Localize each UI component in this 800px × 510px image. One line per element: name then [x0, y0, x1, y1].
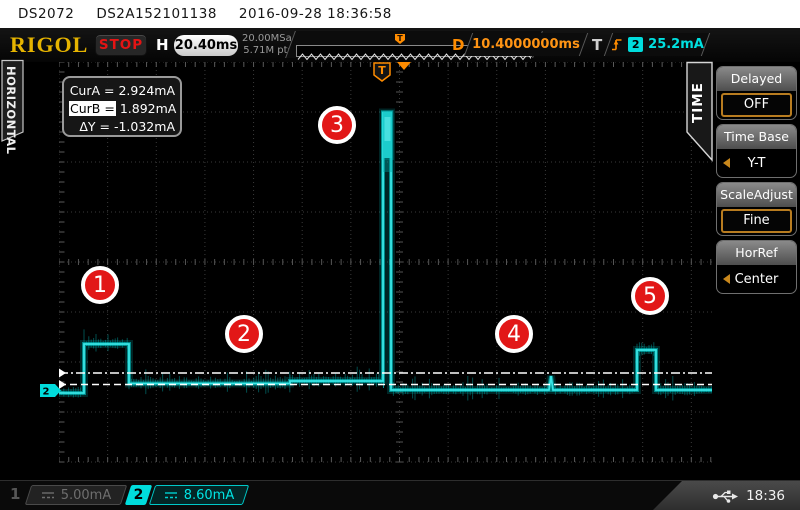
cursor-delta-value: -1.032mA	[114, 119, 175, 134]
cursor-b-value: 1.892mA	[120, 101, 177, 116]
cursor-a-label: CurA =	[69, 83, 114, 98]
ch2-number: 2	[134, 487, 144, 503]
cursor-b-row: CurB = 1.892mA	[69, 99, 175, 117]
status-right-panel: 18:36	[652, 481, 800, 510]
run-state-badge[interactable]: STOP	[95, 34, 147, 56]
menu-item-delayed-value: OFF	[721, 93, 792, 117]
menu-item-scaleadjust-label: ScaleAdjust	[717, 183, 796, 207]
trigger-center-arrow-icon[interactable]	[397, 62, 411, 70]
cursor-a-arrow-icon	[59, 369, 66, 378]
rising-edge-icon	[610, 37, 623, 52]
menu-item-horref-label: HorRef	[717, 241, 796, 265]
menu-item-timebase[interactable]: Time Base Y-T	[716, 124, 797, 178]
trigger-level-value: 25.2mA	[648, 37, 704, 52]
menu-item-delayed-label: Delayed	[717, 67, 796, 91]
trigger-readout-cell[interactable]: 2 25.2mA	[604, 33, 710, 56]
menu-item-scaleadjust[interactable]: ScaleAdjust Fine	[716, 182, 797, 236]
callout-marker-2: 2	[225, 315, 263, 353]
overview-trigger-marker-icon: T	[394, 33, 406, 45]
ch2-ground-marker[interactable]: 2	[40, 384, 61, 398]
scope-header: RIGOL STOP H 20.40ms 20.00MSa/s 5.71M pt…	[0, 28, 800, 62]
svg-text:2: 2	[43, 387, 50, 398]
callout-marker-1: 1	[81, 266, 119, 304]
ch2-number-chip[interactable]: 2	[125, 485, 152, 505]
softkey-menu-panel: Delayed OFF Time Base Y-T ScaleAdjust Fi…	[713, 62, 800, 480]
delay-readout-cell[interactable]: 10.4000000ms	[464, 33, 588, 56]
menu-item-horref-value: Center	[735, 272, 779, 287]
trigger-source-chip: 2	[628, 37, 643, 52]
burst-core	[385, 117, 391, 141]
svg-text:T: T	[397, 34, 403, 43]
callout-marker-5: 5	[631, 277, 669, 315]
ch1-scale-badge[interactable]: 5.00mA	[25, 485, 127, 505]
model-label: DS2072	[18, 6, 74, 22]
menu-item-horref[interactable]: HorRef Center	[716, 240, 797, 294]
ch2-scale-value: 8.60mA	[184, 488, 235, 503]
oscilloscope-screen: DS2072 DS2A152101138 2016-09-28 18:36:58…	[0, 0, 800, 510]
burst-tail	[383, 158, 392, 172]
ch2-trace-glow	[59, 113, 712, 394]
burst-envelope	[383, 112, 392, 158]
ch2-trace	[59, 113, 712, 394]
ch2-scale-badge[interactable]: 8.60mA	[149, 485, 249, 505]
usb-icon	[712, 490, 739, 503]
delay-d-label: D	[452, 36, 464, 54]
ch1-scale-value: 5.00mA	[61, 488, 112, 503]
menu-item-scaleadjust-value: Fine	[721, 209, 792, 233]
time-tab-label[interactable]: TIME	[690, 68, 712, 138]
sample-rate: 20.00MSa/s	[242, 33, 294, 45]
serial-label: DS2A152101138	[96, 6, 217, 22]
menu-item-timebase-label: Time Base	[717, 125, 796, 149]
dc-coupling-icon	[164, 491, 178, 500]
horizontal-h-label: H	[156, 36, 169, 54]
callout-marker-4: 4	[495, 315, 533, 353]
delay-value: 10.4000000ms	[472, 37, 580, 52]
timebase-readout[interactable]: 20.40ms	[174, 35, 238, 56]
burst-glow	[381, 110, 394, 160]
left-arrow-icon	[723, 158, 730, 168]
clock-label: 18:36	[746, 488, 785, 504]
capture-titlebar: DS2072 DS2A152101138 2016-09-28 18:36:58	[0, 0, 800, 28]
trigger-t-label: T	[592, 36, 602, 54]
left-arrow-icon	[723, 274, 730, 284]
cursor-readout-box: CurA = 2.924mA CurB = 1.892mA ΔY = -1.03…	[62, 76, 182, 137]
cursor-delta-row: ΔY = -1.032mA	[69, 117, 175, 135]
menu-item-timebase-value: Y-T	[748, 156, 766, 171]
cursor-a-value: 2.924mA	[118, 83, 175, 98]
datetime-label: 2016-09-28 18:36:58	[239, 6, 392, 22]
trigger-time-badge[interactable]: T	[374, 63, 390, 81]
dc-coupling-icon	[41, 491, 55, 500]
cursor-b-arrow-icon	[59, 380, 66, 389]
ch2-trace-core	[59, 113, 712, 394]
svg-text:T: T	[378, 64, 386, 77]
ch1-number[interactable]: 1	[10, 485, 20, 503]
callout-marker-3: 3	[318, 106, 356, 144]
cursor-a-row: CurA = 2.924mA	[69, 81, 175, 99]
rigol-logo: RIGOL	[10, 32, 88, 58]
cursor-b-label: CurB =	[69, 101, 116, 116]
horizontal-tab-label[interactable]: HORIZONTAL	[4, 66, 18, 154]
bottom-status-bar: 1 5.00mA 2 8.60mA	[0, 480, 800, 510]
menu-item-delayed[interactable]: Delayed OFF	[716, 66, 797, 120]
cursor-delta-label: ΔY =	[69, 119, 110, 134]
